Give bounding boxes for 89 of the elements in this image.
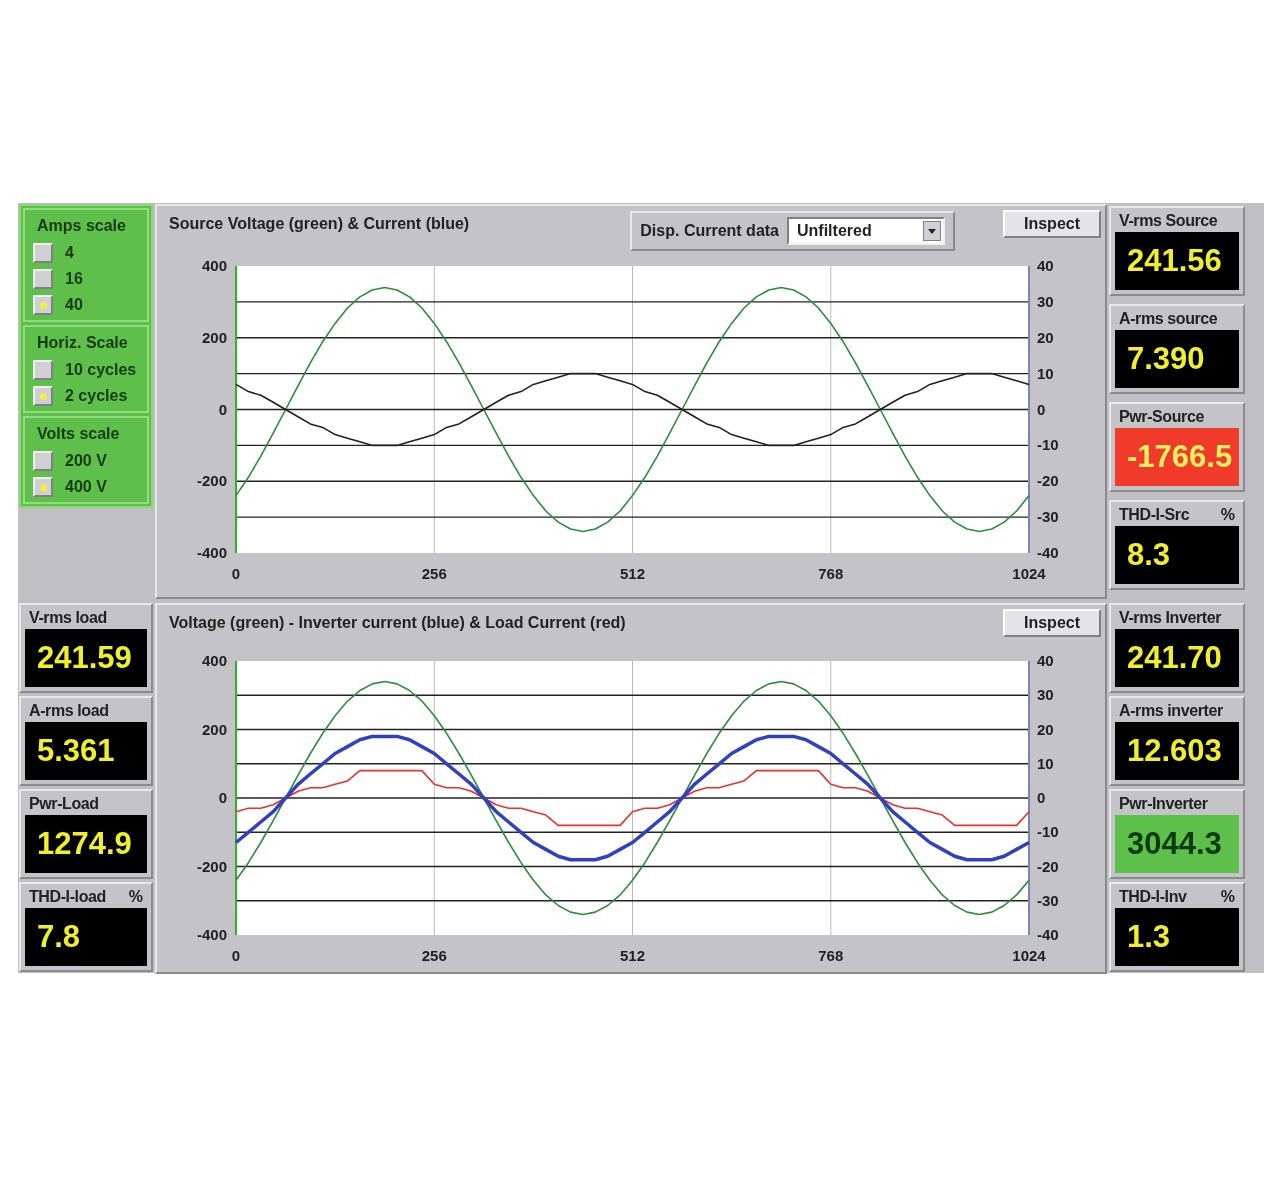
axis-tick-label: -200: [196, 472, 227, 490]
axis-tick-label: -40: [1037, 926, 1059, 943]
axis-tick-label: 0: [1037, 400, 1046, 418]
radio-button[interactable]: [33, 360, 53, 380]
meter-display: 7.8: [25, 908, 147, 966]
axis-tick-label: 400: [201, 257, 227, 274]
axis-tick-label: 40: [1037, 652, 1054, 669]
axis-tick-label: 256: [421, 947, 447, 964]
radio-button[interactable]: [33, 243, 53, 263]
meter-display: 241.59: [25, 629, 147, 687]
meter-display: 1274.9: [25, 815, 147, 873]
axis-tick-label: -10: [1037, 823, 1059, 841]
axis-tick-label: -20: [1037, 857, 1059, 875]
meter-label: Pwr-Source: [1119, 407, 1204, 427]
meter-label: THD-I-Inv: [1119, 887, 1187, 907]
axis-tick-label: 0: [218, 400, 227, 418]
axis-tick-label: 0: [231, 947, 241, 964]
radio-button[interactable]: [33, 451, 53, 471]
axis-tick-label: 512: [620, 565, 645, 582]
axis-tick-label: 10: [1037, 754, 1054, 772]
meter-display: 241.56: [1115, 232, 1239, 290]
axis-tick-label: 40: [1037, 257, 1054, 274]
axis-tick-label: 512: [620, 947, 645, 964]
chart-title: Voltage (green) - Inverter current (blue) & Load Current (red): [169, 613, 626, 633]
axis-tick-label: -30: [1037, 508, 1059, 526]
axis-tick-label: 1024: [1012, 565, 1046, 582]
axis-tick-label: 20: [1037, 720, 1054, 738]
axis-tick-label: 200: [201, 720, 227, 738]
meter-label: THD-I-load: [29, 887, 106, 907]
inspect-button[interactable]: Inspect: [1003, 609, 1101, 637]
axis-tick-label: 400: [201, 652, 227, 669]
caret-icon: [923, 221, 941, 241]
group-title: Volts scale: [36, 424, 121, 444]
meter-label: Pwr-Inverter: [1119, 794, 1208, 814]
axis-tick-label: 1024: [1012, 947, 1046, 964]
meter-display: 241.70: [1115, 629, 1239, 687]
meter-display: 7.390: [1115, 330, 1239, 388]
group-title: Horiz. Scale: [36, 333, 129, 353]
unit-label: %: [128, 887, 143, 907]
current-data-dropdown[interactable]: Unfiltered: [787, 217, 945, 245]
option-label: 40: [65, 295, 83, 315]
meter-label: V-rms load: [29, 608, 107, 628]
axis-tick-label: 0: [218, 789, 227, 806]
radio-button[interactable]: [33, 386, 53, 406]
meter-display: 8.3: [1115, 526, 1239, 584]
meter-display: -1766.5: [1115, 428, 1239, 486]
meter-label: V-rms Inverter: [1119, 608, 1221, 628]
axis-tick-label: -200: [196, 857, 227, 875]
option-label: 200 V: [65, 451, 107, 471]
meter-label: A-rms source: [1119, 309, 1218, 329]
meter-display: 3044.3: [1115, 815, 1239, 873]
axis-tick-label: 10: [1037, 364, 1054, 382]
option-label: 400 V: [65, 477, 107, 497]
axis-tick-label: 200: [201, 328, 227, 346]
chart-title: Source Voltage (green) & Current (blue): [169, 214, 470, 234]
axis-tick-label: -30: [1037, 891, 1059, 909]
radio-button[interactable]: [33, 477, 53, 497]
group-title: Amps scale: [36, 216, 127, 236]
meter-label: V-rms Source: [1119, 211, 1218, 231]
axis-tick-label: 768: [818, 947, 844, 964]
radio-button[interactable]: [33, 269, 53, 289]
meter-label: A-rms load: [29, 701, 109, 721]
meter-display: 5.361: [25, 722, 147, 780]
option-label: 4: [65, 243, 74, 263]
unit-label: %: [1220, 505, 1235, 525]
option-label: 2 cycles: [65, 386, 128, 406]
axis-tick-label: -400: [196, 926, 227, 943]
axis-tick-label: -40: [1037, 544, 1059, 561]
axis-tick-label: 256: [421, 565, 447, 582]
axis-tick-label: 30: [1037, 292, 1054, 310]
unit-label: %: [1220, 887, 1235, 907]
meter-display: 12.603: [1115, 722, 1239, 780]
meter-label: THD-I-Src: [1119, 505, 1190, 525]
radio-button[interactable]: [33, 295, 53, 315]
option-label: 10 cycles: [65, 360, 137, 380]
axis-tick-label: 0: [1037, 789, 1046, 806]
axis-tick-label: 768: [818, 565, 844, 582]
axis-tick-label: -20: [1037, 472, 1059, 490]
axis-tick-label: 20: [1037, 328, 1054, 346]
inspect-button[interactable]: Inspect: [1003, 210, 1101, 238]
dropdown-label: Disp. Current data: [640, 221, 779, 241]
axis-tick-label: 30: [1037, 686, 1054, 704]
axis-tick-label: -10: [1037, 436, 1059, 454]
axis-tick-label: -400: [196, 544, 227, 561]
meter-label: A-rms inverter: [1119, 701, 1223, 721]
option-label: 16: [65, 269, 83, 289]
meter-label: Pwr-Load: [29, 794, 99, 814]
meter-display: 1.3: [1115, 908, 1239, 966]
axis-tick-label: 0: [231, 565, 241, 582]
